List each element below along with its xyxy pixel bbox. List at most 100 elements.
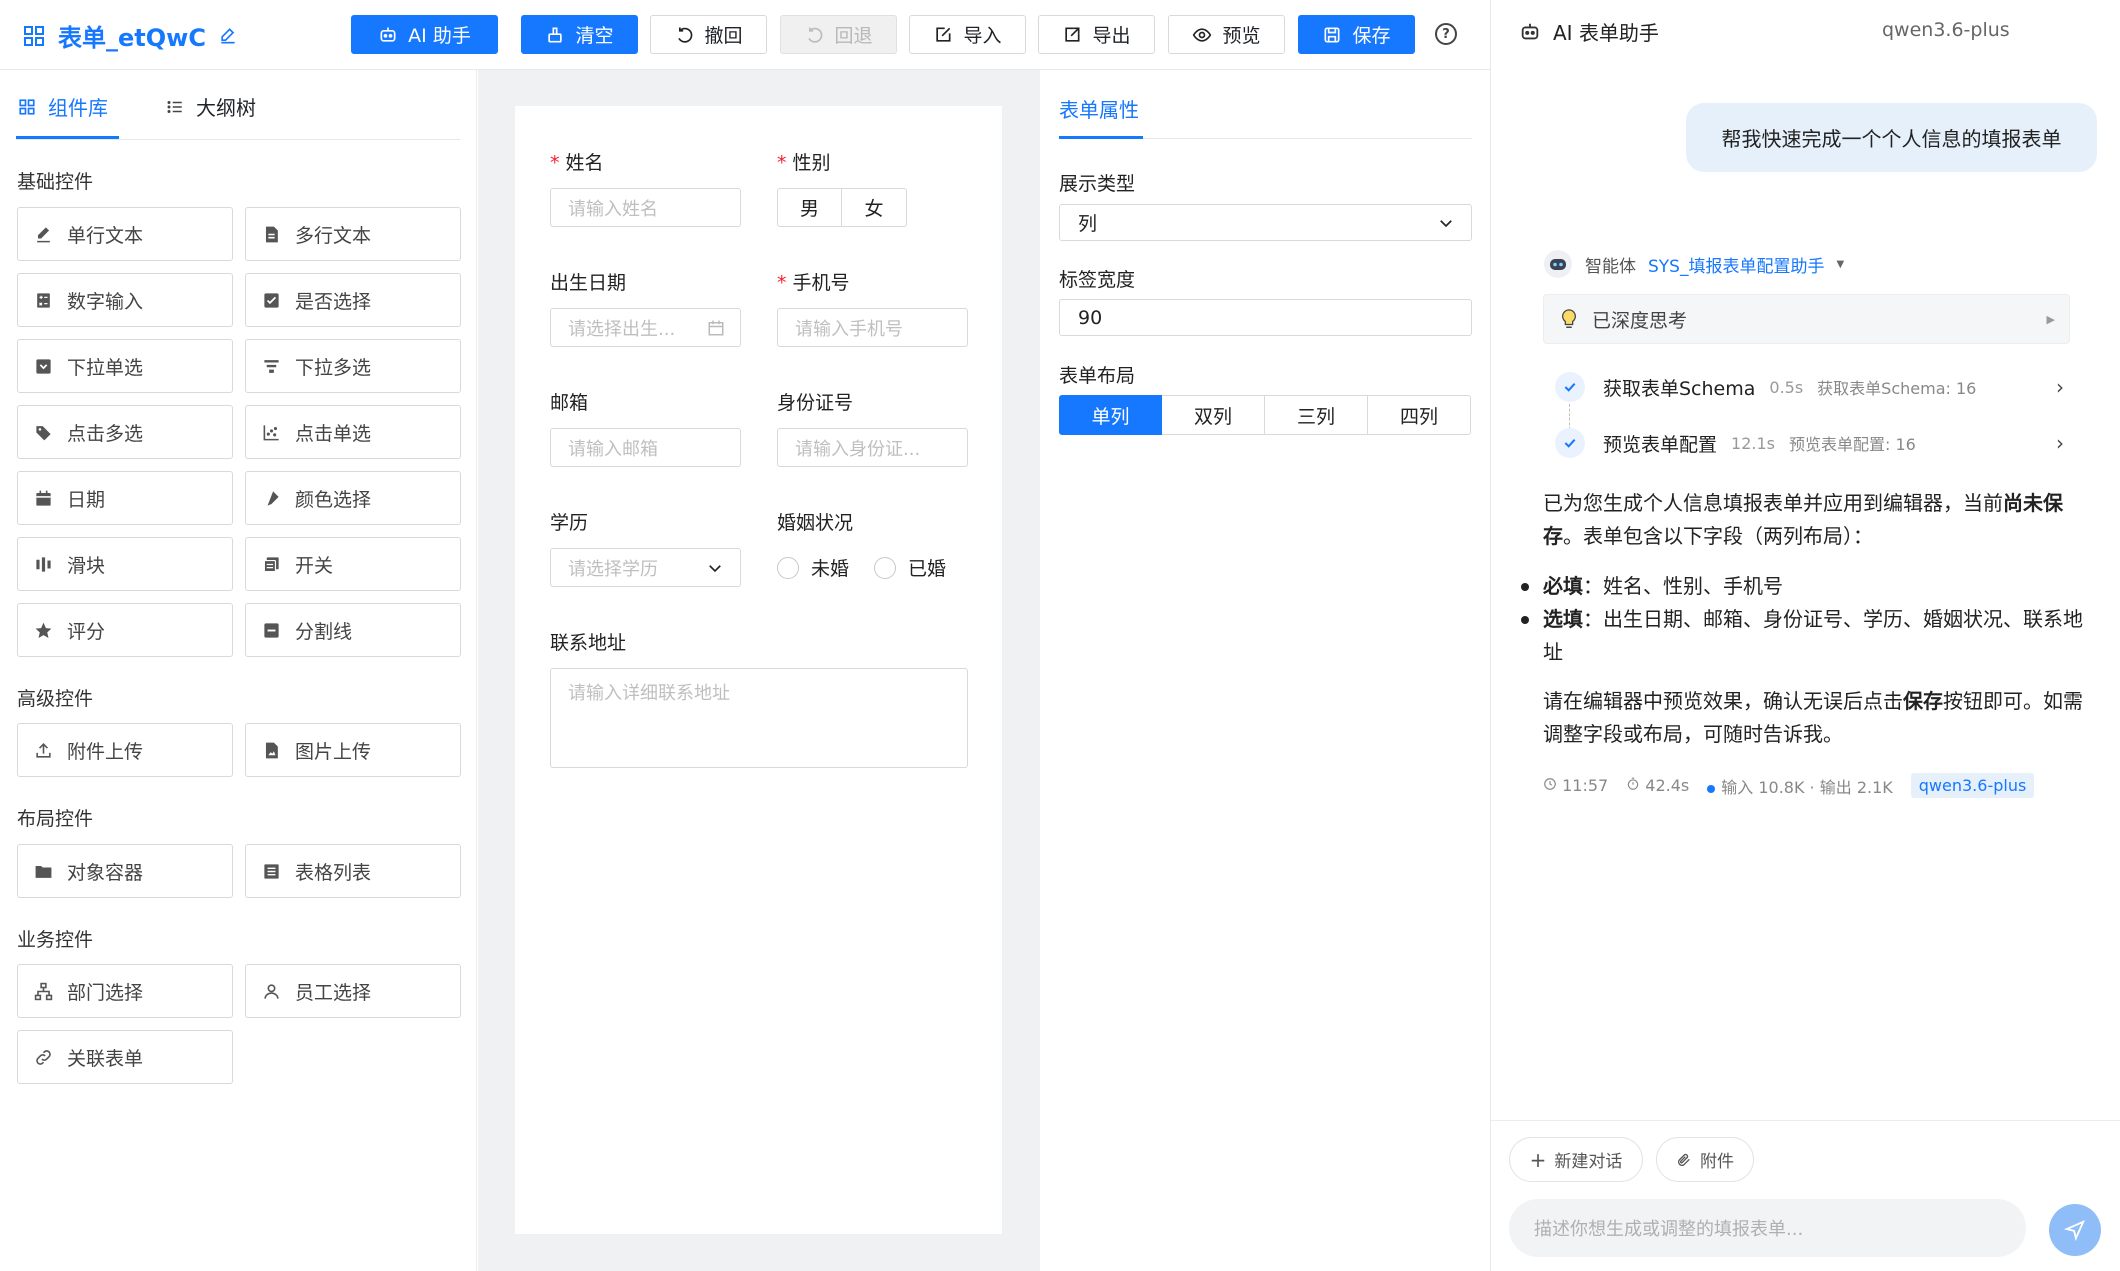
help-icon[interactable]: ? bbox=[1435, 23, 1457, 45]
app-root: 表单_etQwC AI 助手 清空 撤回 回退 导入 导出 预览 保存 ? 组件… bbox=[0, 0, 2120, 1271]
component-multi-line-text[interactable]: 多行文本 bbox=[245, 207, 461, 261]
redo-button[interactable]: 回退 bbox=[780, 15, 897, 54]
label-width-label: 标签宽度 bbox=[1059, 269, 1136, 291]
document-icon bbox=[265, 226, 278, 242]
chevron-down-icon bbox=[709, 564, 721, 572]
birthday-date-picker[interactable]: 请选择出生... bbox=[550, 308, 741, 347]
component-dropdown-multi[interactable]: 下拉多选 bbox=[245, 339, 461, 393]
component-label: 图片上传 bbox=[295, 740, 372, 763]
email-input[interactable]: 请输入邮箱 bbox=[550, 428, 741, 467]
display-type-select[interactable]: 列 bbox=[1059, 204, 1472, 241]
save-button[interactable]: 保存 bbox=[1298, 15, 1415, 54]
layout-option-quad[interactable]: 四列 bbox=[1368, 395, 1471, 435]
undo-label: 撤回 bbox=[704, 25, 743, 47]
step-detail: 预览表单配置: 16 bbox=[1788, 435, 1916, 454]
layout-option-single[interactable]: 单列 bbox=[1059, 395, 1162, 435]
edit-title-icon[interactable] bbox=[218, 26, 238, 46]
phone-input[interactable]: 请输入手机号 bbox=[777, 308, 968, 347]
component-slider[interactable]: 滑块 bbox=[17, 537, 233, 591]
component-table-list[interactable]: 表格列表 bbox=[245, 844, 461, 898]
tab-form-properties[interactable]: 表单属性 bbox=[1059, 94, 1139, 123]
component-divider[interactable]: 分割线 bbox=[245, 603, 461, 657]
marital-option-married[interactable]: 已婚 bbox=[874, 554, 946, 581]
education-placeholder: 请选择学历 bbox=[568, 558, 658, 580]
component-department-select[interactable]: 部门选择 bbox=[17, 964, 233, 1018]
component-label: 表格列表 bbox=[295, 861, 372, 884]
meta-tokens-value: 输入 10.8K · 输出 2.1K bbox=[1721, 777, 1893, 797]
tool-step[interactable]: 获取表单Schema 0.5s 获取表单Schema: 16 › bbox=[1555, 367, 2070, 407]
assistant-reply-paragraph: 已为您生成个人信息填报表单并应用到编辑器，当前尚未保存。表单包含以下字段（两列布… bbox=[1543, 487, 2083, 553]
bullet-value: ：姓名、性别、手机号 bbox=[1583, 574, 1783, 598]
form-preview-card: * 姓名 请输入姓名 * 性别 男 女 出生日期 请选择出生... * 手机号 请输入… bbox=[515, 106, 1002, 1234]
switch-icon bbox=[263, 556, 279, 572]
education-select[interactable]: 请选择学历 bbox=[550, 548, 741, 587]
section-basic-title: 基础控件 bbox=[17, 171, 94, 193]
caret-down-icon[interactable]: ▼ bbox=[1836, 259, 1844, 270]
component-object-container[interactable]: 对象容器 bbox=[17, 844, 233, 898]
star-icon bbox=[35, 622, 52, 638]
user-icon bbox=[264, 983, 279, 999]
component-dropdown-single[interactable]: 下拉单选 bbox=[17, 339, 233, 393]
import-label: 导入 bbox=[963, 25, 1002, 47]
component-click-multi[interactable]: 点击多选 bbox=[17, 405, 233, 459]
label-width-input[interactable]: 90 bbox=[1059, 299, 1472, 336]
agent-header: 智能体 SYS_填报表单配置助手 ▼ bbox=[1543, 249, 1844, 279]
clear-button[interactable]: 清空 bbox=[521, 15, 638, 54]
preview-button[interactable]: 预览 bbox=[1168, 15, 1285, 54]
component-rating[interactable]: 评分 bbox=[17, 603, 233, 657]
component-switch[interactable]: 开关 bbox=[245, 537, 461, 591]
step-duration: 12.1s bbox=[1731, 433, 1775, 453]
component-yes-no[interactable]: 是否选择 bbox=[245, 273, 461, 327]
model-name[interactable]: qwen3.6-plus bbox=[1882, 19, 2010, 41]
component-number-input[interactable]: 数字输入 bbox=[17, 273, 233, 327]
component-label: 分割线 bbox=[295, 620, 353, 643]
radio-label: 已婚 bbox=[908, 558, 947, 580]
required-mark: * bbox=[777, 272, 787, 294]
step-name: 获取表单Schema bbox=[1603, 377, 1756, 400]
marital-option-single[interactable]: 未婚 bbox=[777, 554, 849, 581]
export-label: 导出 bbox=[1092, 25, 1131, 47]
layout-option-double[interactable]: 双列 bbox=[1162, 395, 1265, 435]
agent-name[interactable]: SYS_填报表单配置助手 bbox=[1648, 252, 1824, 277]
gender-option-female[interactable]: 女 bbox=[842, 188, 907, 227]
export-button[interactable]: 导出 bbox=[1038, 15, 1155, 54]
new-chat-button[interactable]: + 新建对话 bbox=[1509, 1137, 1643, 1182]
display-type-value: 列 bbox=[1078, 213, 1098, 235]
send-button[interactable] bbox=[2049, 1204, 2101, 1256]
meta-time-value: 11:57 bbox=[1562, 776, 1609, 795]
tab-outline-tree[interactable]: 大纲树 bbox=[166, 92, 256, 121]
birthday-placeholder: 请选择出生... bbox=[568, 318, 676, 340]
name-input[interactable]: 请输入姓名 bbox=[550, 188, 741, 227]
attach-button[interactable]: 附件 bbox=[1656, 1137, 1754, 1182]
form-title: 表单_etQwC bbox=[58, 24, 206, 52]
component-click-single[interactable]: 点击单选 bbox=[245, 405, 461, 459]
deep-thinking-block[interactable]: 已深度思考 ▶ bbox=[1543, 294, 2070, 344]
tool-step[interactable]: 预览表单配置 12.1s 预览表单配置: 16 › bbox=[1555, 423, 2070, 463]
check-icon bbox=[1555, 428, 1585, 458]
redo-label: 回退 bbox=[834, 25, 873, 47]
chevron-right-icon: › bbox=[2056, 375, 2064, 399]
eye-icon bbox=[1193, 27, 1212, 42]
tab-component-library[interactable]: 组件库 bbox=[18, 92, 108, 121]
reply-text: 请在编辑器中预览效果，确认无误后点击 bbox=[1543, 689, 1903, 713]
link-icon bbox=[36, 1049, 51, 1065]
layout-option-triple[interactable]: 三列 bbox=[1265, 395, 1368, 435]
undo-button[interactable]: 撤回 bbox=[650, 15, 767, 54]
component-employee-select[interactable]: 员工选择 bbox=[245, 964, 461, 1018]
label-text: 学历 bbox=[550, 512, 589, 534]
chat-input[interactable]: 描述你想生成或调整的填报表单... bbox=[1509, 1199, 2026, 1257]
component-single-line-text[interactable]: 单行文本 bbox=[17, 207, 233, 261]
reply-emphasis: 保存 bbox=[1903, 689, 1943, 713]
component-date[interactable]: 日期 bbox=[17, 471, 233, 525]
component-label: 部门选择 bbox=[67, 981, 144, 1004]
component-color-picker[interactable]: 颜色选择 bbox=[245, 471, 461, 525]
component-linked-form[interactable]: 关联表单 bbox=[17, 1030, 233, 1084]
component-image-upload[interactable]: 图片上传 bbox=[245, 723, 461, 777]
import-button[interactable]: 导入 bbox=[909, 15, 1026, 54]
gender-option-male[interactable]: 男 bbox=[777, 188, 842, 227]
field-label-gender: * 性别 bbox=[777, 148, 831, 175]
idcard-input[interactable]: 请输入身份证... bbox=[777, 428, 968, 467]
address-textarea[interactable]: 请输入详细联系地址 bbox=[550, 668, 968, 768]
ai-assistant-button[interactable]: AI 助手 bbox=[351, 15, 498, 54]
component-file-upload[interactable]: 附件上传 bbox=[17, 723, 233, 777]
